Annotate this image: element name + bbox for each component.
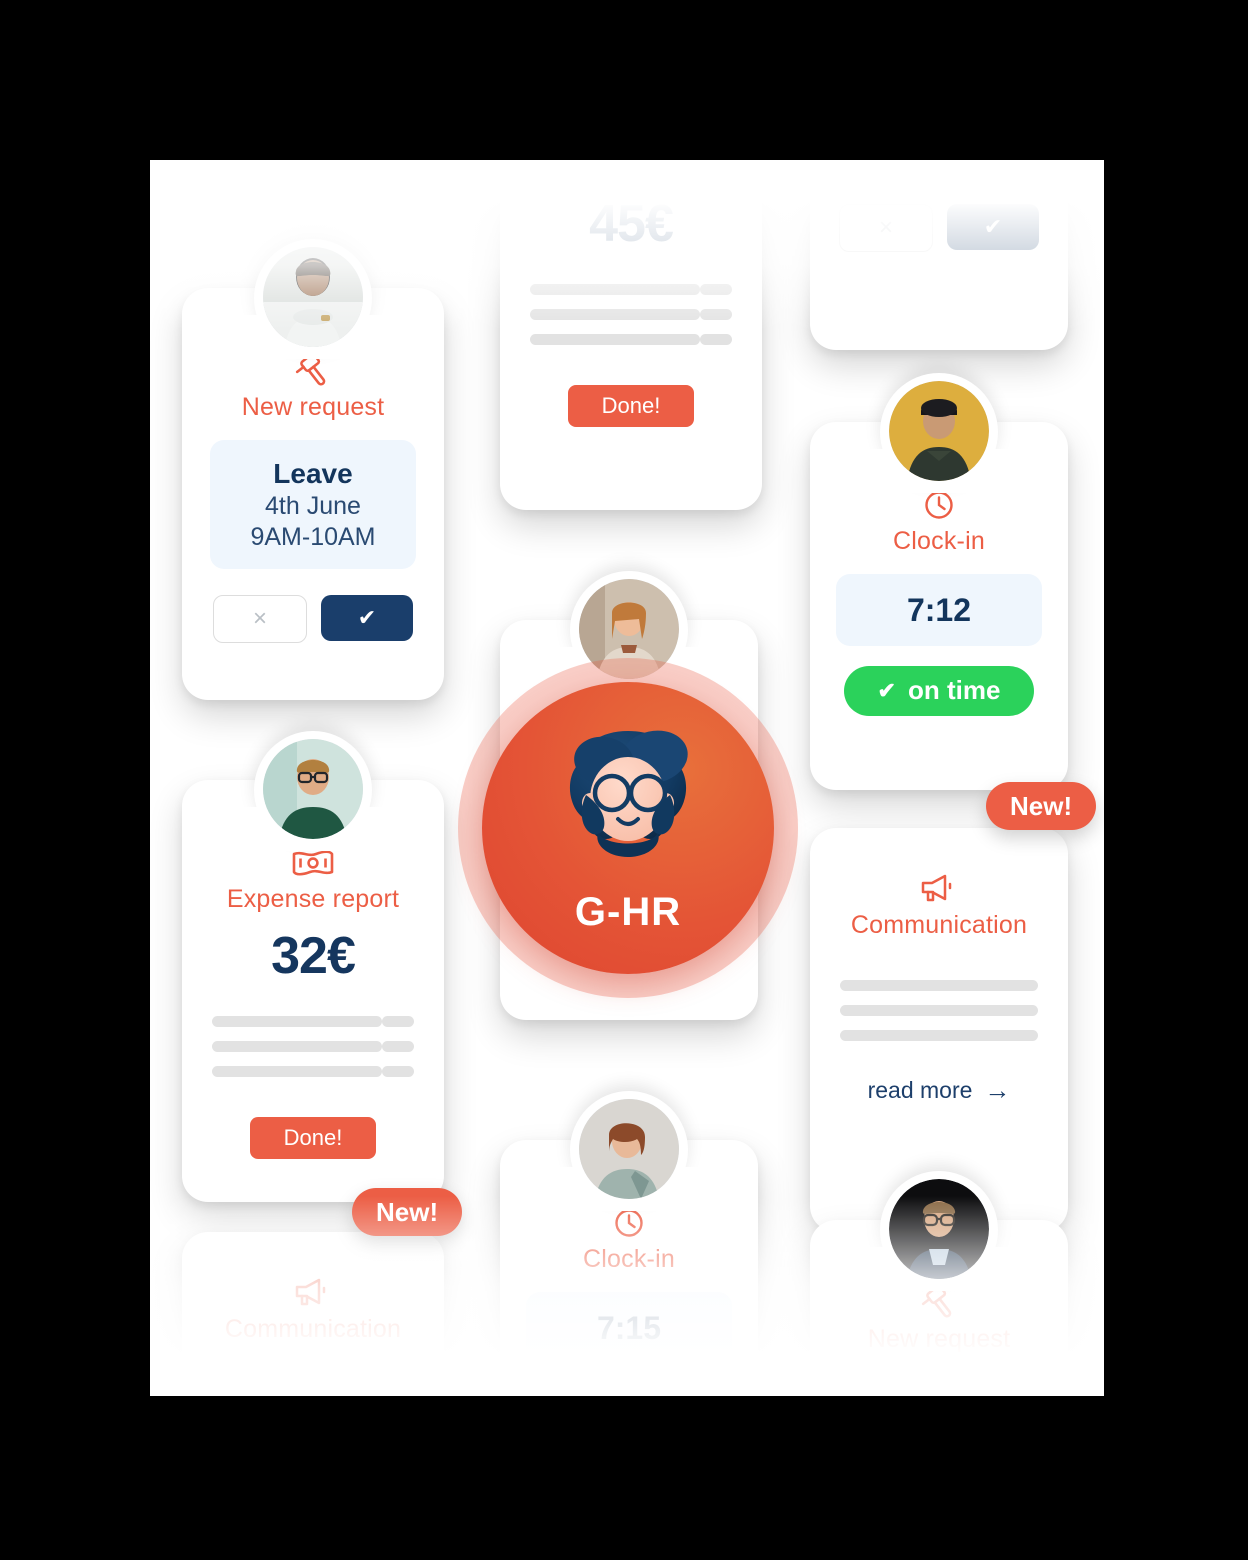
skeleton-row xyxy=(212,1040,414,1052)
card-expense-32[interactable]: Expense report 32€ Done! xyxy=(182,731,444,1202)
megaphone-icon xyxy=(832,872,1046,906)
arrow-right-icon: → xyxy=(984,1074,1011,1105)
on-time-label: on time xyxy=(598,1393,690,1396)
expense-kicker: Expense report xyxy=(544,160,718,181)
request-action-row: × ✔ xyxy=(204,595,422,643)
clock-in-time: 7:12 xyxy=(906,591,972,628)
leave-type: Leave xyxy=(273,457,353,489)
hr-cards-collage: 13th June 17PM-18PM × ✔ Expense report 4… xyxy=(150,160,1104,1396)
skeleton-row xyxy=(212,1383,414,1395)
on-time-status-badge: ✔ on time xyxy=(534,1383,724,1397)
skeleton-lines xyxy=(840,979,1038,1041)
skeleton-row xyxy=(840,1004,1038,1016)
skeleton-lines xyxy=(212,1015,414,1077)
gavel-icon xyxy=(204,354,422,388)
clock-in-kicker: Clock-in xyxy=(583,1245,675,1273)
skeleton-row xyxy=(840,979,1038,991)
clock-in-time: 7:15 xyxy=(596,1309,662,1346)
communication-kicker: Communication xyxy=(224,1315,402,1343)
new-request-kicker: New request xyxy=(867,1325,1011,1353)
new-badge: New! xyxy=(986,782,1097,830)
card-expense-45[interactable]: Expense report 45€ Done! xyxy=(500,160,762,510)
check-icon: ✔ xyxy=(877,677,896,703)
reject-button[interactable]: × xyxy=(213,595,307,643)
leave-info-box: Leave 4th June 9AM-10AM xyxy=(210,439,416,569)
skeleton-row xyxy=(212,1015,414,1027)
banknote-icon xyxy=(204,846,422,880)
card-clock-in-712[interactable]: Clock-in 7:12 ✔ on time xyxy=(810,373,1068,790)
skeleton-row xyxy=(840,1029,1038,1041)
avatar xyxy=(889,381,989,481)
skeleton-lines xyxy=(212,1383,414,1397)
hr-avatar-illustration xyxy=(536,721,720,894)
on-time-status-badge: ✔ on time xyxy=(844,665,1034,716)
leave-action-row: × ✔ xyxy=(832,204,1046,253)
clock-icon xyxy=(832,488,1046,522)
card-communication-left[interactable]: Communication xyxy=(182,1232,444,1396)
brand-bubble-inner: G-HR xyxy=(482,682,774,974)
card-new-request-holiday[interactable]: New request Holiday 23rd July xyxy=(810,1171,1068,1397)
leave-date: 4th June xyxy=(265,491,361,520)
clock-icon xyxy=(522,1206,736,1240)
brand-name: G-HR xyxy=(574,890,682,934)
brand-bubble[interactable]: G-HR xyxy=(458,658,798,998)
communication-kicker: Communication xyxy=(850,911,1028,939)
clock-in-time-box: 7:15 xyxy=(526,1291,732,1364)
leave-time: 9AM-10AM xyxy=(250,522,376,551)
holiday-type: Holiday xyxy=(848,1388,1030,1397)
avatar xyxy=(579,1099,679,1199)
skeleton-lines xyxy=(530,283,732,345)
expense-kicker: Expense report xyxy=(226,885,400,913)
megaphone-icon xyxy=(204,1276,422,1310)
card-new-request-leave[interactable]: New request Leave 4th June 9AM-10AM × ✔ xyxy=(182,239,444,700)
gavel-icon xyxy=(832,1286,1046,1320)
leave-info-box: 13th June 17PM-18PM xyxy=(838,160,1040,179)
card-clock-in-715[interactable]: Clock-in 7:15 ✔ on time xyxy=(500,1091,758,1397)
skeleton-row xyxy=(530,283,732,295)
reject-button[interactable]: × xyxy=(839,204,933,253)
card-leave-13th-june[interactable]: 13th June 17PM-18PM × ✔ xyxy=(810,160,1068,350)
leave-time-range: 17PM-18PM xyxy=(848,160,1030,162)
new-request-kicker: New request xyxy=(241,393,385,421)
accept-button[interactable]: ✔ xyxy=(321,595,413,641)
check-icon: ✔ xyxy=(568,1396,586,1397)
clock-in-kicker: Clock-in xyxy=(893,527,985,555)
skeleton-row xyxy=(212,1065,414,1077)
new-badge: New! xyxy=(352,1188,463,1236)
skeleton-row xyxy=(530,308,732,320)
on-time-label: on time xyxy=(907,675,1001,705)
done-button[interactable]: Done! xyxy=(249,1116,377,1159)
clock-in-time-box: 7:12 xyxy=(836,573,1042,646)
accept-button[interactable]: ✔ xyxy=(947,204,1039,251)
expense-amount: 45€ xyxy=(589,194,674,253)
holiday-info-box: Holiday 23rd July xyxy=(838,1371,1040,1397)
avatar xyxy=(263,739,363,839)
skeleton-row xyxy=(530,333,732,345)
read-more-label: read more xyxy=(867,1076,973,1103)
done-button[interactable]: Done! xyxy=(567,384,695,427)
read-more-link[interactable]: read more → xyxy=(832,1075,1046,1106)
expense-amount: 32€ xyxy=(271,926,356,985)
avatar xyxy=(889,1179,989,1279)
avatar xyxy=(263,247,363,347)
